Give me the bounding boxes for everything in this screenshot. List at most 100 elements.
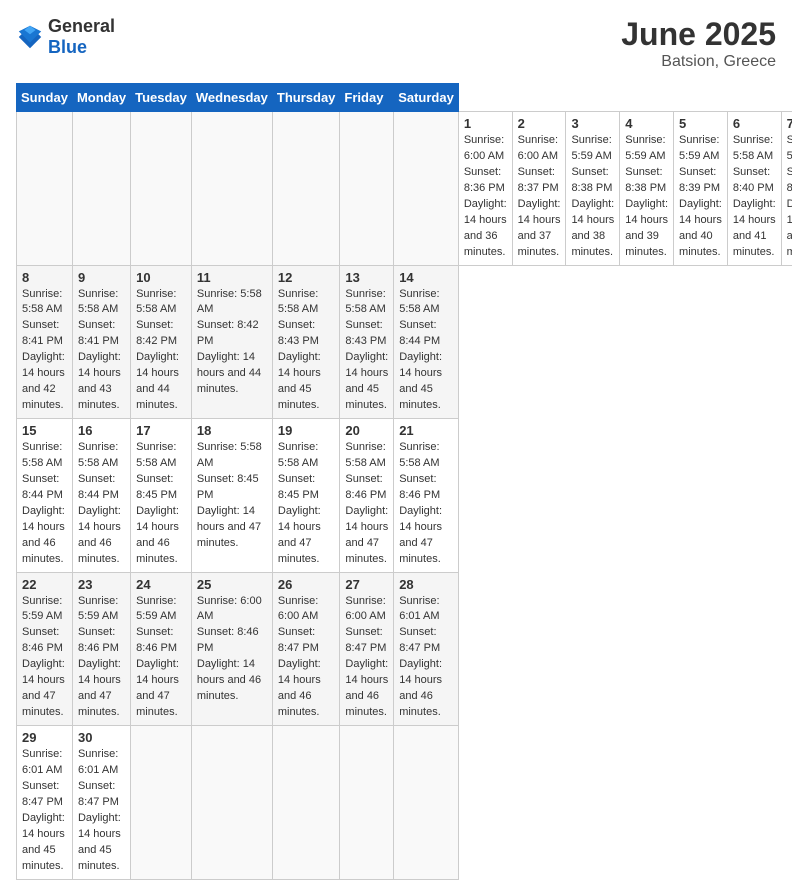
calendar-header-sunday: Sunday xyxy=(17,84,73,112)
day-number: 19 xyxy=(278,423,335,438)
day-number: 27 xyxy=(345,577,388,592)
calendar-cell xyxy=(394,726,459,880)
day-number: 3 xyxy=(571,116,614,131)
day-info: Sunrise: 5:58 AMSunset: 8:46 PMDaylight:… xyxy=(345,440,388,568)
calendar-header-wednesday: Wednesday xyxy=(191,84,272,112)
day-number: 24 xyxy=(136,577,186,592)
logo-text: General Blue xyxy=(48,16,115,58)
calendar-week-3: 15 Sunrise: 5:58 AMSunset: 8:44 PMDayligh… xyxy=(17,419,792,573)
calendar-week-4: 22 Sunrise: 5:59 AMSunset: 8:46 PMDayligh… xyxy=(17,572,792,726)
day-info: Sunrise: 5:58 AMSunset: 8:46 PMDaylight:… xyxy=(399,440,453,568)
calendar-cell: 23Sunrise: 5:59 AMSunset: 8:46 PMDayligh… xyxy=(72,572,130,726)
calendar-cell xyxy=(340,726,394,880)
day-number: 11 xyxy=(197,270,267,285)
day-info: Sunrise: 5:59 AMSunset: 8:38 PMDaylight:… xyxy=(571,133,614,261)
logo-general: General xyxy=(48,16,115,36)
day-number: 6 xyxy=(733,116,776,131)
day-info: Sunrise: 5:58 AMSunset: 8:41 PMDaylight:… xyxy=(78,287,125,415)
day-number: 1 xyxy=(464,116,507,131)
day-info: Sunrise: 6:01 AMSunset: 8:47 PMDaylight:… xyxy=(399,594,453,722)
day-info: Sunrise: 5:58 AMSunset: 8:44 PMDaylight:… xyxy=(78,440,125,568)
calendar-cell xyxy=(131,112,192,266)
day-info: Sunrise: 5:58 AMSunset: 8:42 PMDaylight:… xyxy=(136,287,186,415)
page-location: Batsion, Greece xyxy=(621,53,776,71)
day-info: Sunrise: 5:58 AMSunset: 8:42 PMDaylight:… xyxy=(197,287,267,399)
day-number: 21 xyxy=(399,423,453,438)
page-header: General Blue June 2025 Batsion, Greece xyxy=(16,16,776,71)
calendar-header-friday: Friday xyxy=(340,84,394,112)
day-info: Sunrise: 5:58 AMSunset: 8:43 PMDaylight:… xyxy=(278,287,335,415)
day-info: Sunrise: 5:59 AMSunset: 8:46 PMDaylight:… xyxy=(78,594,125,722)
day-info: Sunrise: 5:58 AMSunset: 8:44 PMDaylight:… xyxy=(399,287,453,415)
calendar-header-thursday: Thursday xyxy=(272,84,340,112)
day-number: 8 xyxy=(22,270,67,285)
calendar-cell: 7 Sunrise: 5:58 AMSunset: 8:40 PMDaylight… xyxy=(781,112,792,266)
calendar-header-tuesday: Tuesday xyxy=(131,84,192,112)
day-info: Sunrise: 5:58 AMSunset: 8:40 PMDaylight:… xyxy=(787,133,792,261)
day-number: 14 xyxy=(399,270,453,285)
calendar-cell: 1 Sunrise: 6:00 AMSunset: 8:36 PMDaylight… xyxy=(458,112,512,266)
day-number: 16 xyxy=(78,423,125,438)
calendar-cell: 27Sunrise: 6:00 AMSunset: 8:47 PMDayligh… xyxy=(340,572,394,726)
calendar-cell xyxy=(131,726,192,880)
day-number: 22 xyxy=(22,577,67,592)
calendar-cell: 12 Sunrise: 5:58 AMSunset: 8:43 PMDayligh… xyxy=(272,265,340,419)
day-number: 10 xyxy=(136,270,186,285)
calendar-cell: 8 Sunrise: 5:58 AMSunset: 8:41 PMDaylight… xyxy=(17,265,73,419)
day-number: 28 xyxy=(399,577,453,592)
calendar-cell: 18Sunrise: 5:58 AMSunset: 8:45 PMDayligh… xyxy=(191,419,272,573)
day-number: 25 xyxy=(197,577,267,592)
calendar-week-1: 1 Sunrise: 6:00 AMSunset: 8:36 PMDaylight… xyxy=(17,112,792,266)
day-number: 29 xyxy=(22,730,67,745)
day-info: Sunrise: 5:58 AMSunset: 8:45 PMDaylight:… xyxy=(197,440,267,552)
day-info: Sunrise: 6:00 AMSunset: 8:37 PMDaylight:… xyxy=(518,133,561,261)
day-number: 9 xyxy=(78,270,125,285)
calendar-cell xyxy=(191,726,272,880)
day-number: 13 xyxy=(345,270,388,285)
day-info: Sunrise: 6:01 AMSunset: 8:47 PMDaylight:… xyxy=(78,747,125,875)
logo-icon xyxy=(16,23,44,51)
day-number: 20 xyxy=(345,423,388,438)
day-info: Sunrise: 5:59 AMSunset: 8:39 PMDaylight:… xyxy=(679,133,722,261)
calendar-week-5: 29 Sunrise: 6:01 AMSunset: 8:47 PMDayligh… xyxy=(17,726,792,880)
calendar-cell: 11 Sunrise: 5:58 AMSunset: 8:42 PMDayligh… xyxy=(191,265,272,419)
calendar-week-2: 8 Sunrise: 5:58 AMSunset: 8:41 PMDaylight… xyxy=(17,265,792,419)
day-number: 5 xyxy=(679,116,722,131)
day-info: Sunrise: 6:00 AMSunset: 8:47 PMDaylight:… xyxy=(278,594,335,722)
calendar-cell xyxy=(272,112,340,266)
calendar-cell: 26 Sunrise: 6:00 AMSunset: 8:47 PMDayligh… xyxy=(272,572,340,726)
day-number: 15 xyxy=(22,423,67,438)
day-info: Sunrise: 5:59 AMSunset: 8:38 PMDaylight:… xyxy=(625,133,668,261)
logo: General Blue xyxy=(16,16,115,58)
calendar-cell: 15Sunrise: 5:58 AMSunset: 8:44 PMDayligh… xyxy=(17,419,73,573)
page-title: June 2025 xyxy=(621,16,776,53)
calendar-cell: 5 Sunrise: 5:59 AMSunset: 8:39 PMDaylight… xyxy=(674,112,728,266)
title-block: June 2025 Batsion, Greece xyxy=(621,16,776,71)
calendar-cell: 21 Sunrise: 5:58 AMSunset: 8:46 PMDayligh… xyxy=(394,419,459,573)
day-number: 26 xyxy=(278,577,335,592)
calendar-cell xyxy=(191,112,272,266)
calendar-cell: 28 Sunrise: 6:01 AMSunset: 8:47 PMDayligh… xyxy=(394,572,459,726)
day-info: Sunrise: 5:59 AMSunset: 8:46 PMDaylight:… xyxy=(136,594,186,722)
day-info: Sunrise: 6:00 AMSunset: 8:36 PMDaylight:… xyxy=(464,133,507,261)
calendar-cell xyxy=(340,112,394,266)
day-info: Sunrise: 5:58 AMSunset: 8:41 PMDaylight:… xyxy=(22,287,67,415)
calendar-cell: 16 Sunrise: 5:58 AMSunset: 8:44 PMDayligh… xyxy=(72,419,130,573)
calendar-cell xyxy=(394,112,459,266)
day-number: 7 xyxy=(787,116,792,131)
day-info: Sunrise: 6:01 AMSunset: 8:47 PMDaylight:… xyxy=(22,747,67,875)
calendar-cell: 30Sunrise: 6:01 AMSunset: 8:47 PMDayligh… xyxy=(72,726,130,880)
calendar-cell: 3 Sunrise: 5:59 AMSunset: 8:38 PMDaylight… xyxy=(566,112,620,266)
day-number: 12 xyxy=(278,270,335,285)
calendar-cell: 17Sunrise: 5:58 AMSunset: 8:45 PMDayligh… xyxy=(131,419,192,573)
logo-blue: Blue xyxy=(48,37,87,57)
day-number: 17 xyxy=(136,423,186,438)
calendar-cell xyxy=(17,112,73,266)
calendar-cell: 9 Sunrise: 5:58 AMSunset: 8:41 PMDaylight… xyxy=(72,265,130,419)
calendar-cell: 13 Sunrise: 5:58 AMSunset: 8:43 PMDayligh… xyxy=(340,265,394,419)
calendar-cell: 4 Sunrise: 5:59 AMSunset: 8:38 PMDaylight… xyxy=(620,112,674,266)
calendar-cell: 29 Sunrise: 6:01 AMSunset: 8:47 PMDayligh… xyxy=(17,726,73,880)
day-info: Sunrise: 5:58 AMSunset: 8:43 PMDaylight:… xyxy=(345,287,388,415)
day-info: Sunrise: 6:00 AMSunset: 8:46 PMDaylight:… xyxy=(197,594,267,706)
day-number: 4 xyxy=(625,116,668,131)
